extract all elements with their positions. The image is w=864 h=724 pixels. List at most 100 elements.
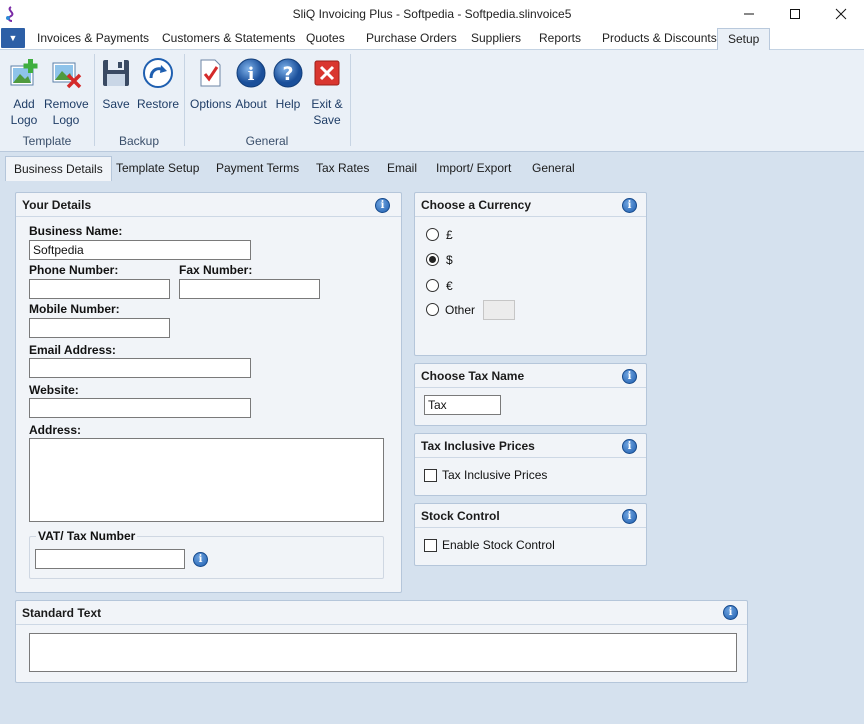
- fax-number-input[interactable]: [179, 279, 320, 299]
- info-icon[interactable]: i: [193, 552, 208, 567]
- save-label: Save: [102, 97, 130, 111]
- tax-inclusive-checkbox[interactable]: [424, 469, 437, 482]
- currency-radio-other[interactable]: [426, 303, 439, 316]
- save-button[interactable]: Save: [100, 54, 132, 112]
- subtab-template-setup[interactable]: Template Setup: [116, 161, 199, 175]
- subtab-import-export[interactable]: Import/ Export: [436, 161, 511, 175]
- subtab-general[interactable]: General: [532, 161, 575, 175]
- subtab-business-details[interactable]: Business Details: [5, 156, 112, 181]
- minimize-icon: [744, 13, 754, 15]
- phone-number-label: Phone Number:: [29, 263, 119, 277]
- address-textarea[interactable]: [29, 438, 384, 522]
- website-label: Website:: [29, 383, 79, 397]
- add-image-icon: [10, 59, 38, 86]
- stock-control-checkbox-label: Enable Stock Control: [442, 538, 555, 552]
- tax-name-input[interactable]: [424, 395, 501, 415]
- panel-header: Choose Tax Name i: [415, 364, 646, 388]
- info-icon[interactable]: i: [622, 509, 637, 524]
- exit-save-label-2: Save: [313, 113, 341, 127]
- stock-control-panel: Stock Control i Enable Stock Control: [414, 503, 647, 566]
- tax-inclusive-panel: Tax Inclusive Prices i Tax Inclusive Pri…: [414, 433, 647, 496]
- info-icon[interactable]: i: [622, 439, 637, 454]
- tax-inclusive-checkbox-label: Tax Inclusive Prices: [442, 468, 548, 482]
- about-button[interactable]: i About: [233, 54, 269, 112]
- currency-radio-euro[interactable]: [426, 279, 439, 292]
- subtab-email[interactable]: Email: [387, 161, 417, 175]
- subtab-payment-terms[interactable]: Payment Terms: [216, 161, 299, 175]
- minimize-button[interactable]: [726, 0, 772, 28]
- general-group-label: General: [245, 134, 289, 148]
- business-name-label: Business Name:: [29, 224, 123, 238]
- restore-button[interactable]: Restore: [136, 54, 180, 112]
- info-icon[interactable]: i: [622, 198, 637, 213]
- tab-setup[interactable]: Setup: [717, 28, 771, 52]
- tax-inclusive-title: Tax Inclusive Prices: [421, 439, 535, 453]
- add-logo-label-1: Add: [13, 97, 35, 111]
- ribbon-separator: [350, 54, 351, 146]
- email-address-label: Email Address:: [29, 343, 116, 357]
- maximize-button[interactable]: [772, 0, 818, 28]
- info-icon[interactable]: i: [375, 198, 390, 213]
- restore-arrow-icon: [143, 58, 173, 88]
- currency-radio-pound[interactable]: [426, 228, 439, 241]
- currency-title: Choose a Currency: [421, 198, 532, 212]
- website-input[interactable]: [29, 398, 251, 418]
- tab-purchase-orders[interactable]: Purchase Orders: [366, 31, 457, 45]
- menu-tab-bar: Invoices & Payments Customers & Statemen…: [0, 28, 864, 52]
- currency-euro-label: €: [446, 279, 453, 293]
- svg-text:?: ?: [282, 63, 293, 85]
- standard-text-title: Standard Text: [22, 606, 102, 620]
- ribbon-separator: [94, 54, 95, 146]
- exit-save-label-1: Exit &: [311, 97, 343, 111]
- tab-products-discounts[interactable]: Products & Discounts: [602, 31, 717, 45]
- currency-panel: Choose a Currency i £ $ € Other: [414, 192, 647, 356]
- exit-save-button[interactable]: Exit & Save: [308, 54, 346, 128]
- close-icon: [835, 8, 847, 20]
- remove-logo-label-1: Remove: [44, 97, 89, 111]
- info-icon[interactable]: i: [723, 605, 738, 620]
- tab-suppliers[interactable]: Suppliers: [471, 31, 521, 45]
- app-menu-button[interactable]: ▼: [1, 28, 25, 48]
- restore-label: Restore: [136, 97, 180, 111]
- exit-icon: [314, 60, 340, 86]
- vat-tax-number-input[interactable]: [35, 549, 185, 569]
- currency-radio-dollar[interactable]: [426, 253, 439, 266]
- floppy-disk-icon: [103, 60, 129, 86]
- help-icon: ?: [273, 58, 303, 88]
- tab-customers-statements[interactable]: Customers & Statements: [162, 31, 295, 45]
- fax-number-label: Fax Number:: [179, 263, 253, 277]
- info-icon[interactable]: i: [622, 369, 637, 384]
- stock-control-checkbox[interactable]: [424, 539, 437, 552]
- add-logo-button[interactable]: Add Logo: [6, 54, 42, 128]
- panel-header: Stock Control i: [415, 504, 646, 528]
- email-address-input[interactable]: [29, 358, 251, 378]
- phone-number-input[interactable]: [29, 279, 170, 299]
- remove-logo-label-2: Logo: [52, 113, 80, 127]
- remove-logo-button[interactable]: Remove Logo: [44, 54, 89, 128]
- chevron-down-icon: ▼: [8, 33, 18, 43]
- tab-reports[interactable]: Reports: [539, 31, 581, 45]
- subtab-tax-rates[interactable]: Tax Rates: [316, 161, 369, 175]
- vat-tax-number-label: VAT/ Tax Number: [36, 529, 138, 543]
- mobile-number-label: Mobile Number:: [29, 302, 120, 316]
- svg-text:i: i: [248, 64, 255, 85]
- close-button[interactable]: [818, 0, 864, 28]
- other-currency-input[interactable]: [483, 300, 515, 320]
- address-label: Address:: [29, 423, 82, 437]
- remove-image-icon: [52, 62, 82, 89]
- ribbon: Add Logo Remove Logo Template Save Resto: [0, 50, 864, 152]
- add-logo-label-2: Logo: [10, 113, 38, 127]
- help-label: Help: [275, 97, 301, 111]
- options-button[interactable]: Options: [190, 54, 231, 112]
- standard-text-textarea[interactable]: [29, 633, 737, 672]
- backup-group-label: Backup: [118, 134, 160, 148]
- tax-name-title: Choose Tax Name: [421, 369, 525, 383]
- mobile-number-input[interactable]: [29, 318, 170, 338]
- help-button[interactable]: ? Help: [272, 54, 304, 112]
- currency-dollar-label: $: [446, 253, 453, 267]
- tab-invoices-payments[interactable]: Invoices & Payments: [37, 31, 149, 45]
- business-name-input[interactable]: [29, 240, 251, 260]
- panel-header: Tax Inclusive Prices i: [415, 434, 646, 458]
- tab-quotes[interactable]: Quotes: [306, 31, 345, 45]
- template-group-label: Template: [22, 134, 72, 148]
